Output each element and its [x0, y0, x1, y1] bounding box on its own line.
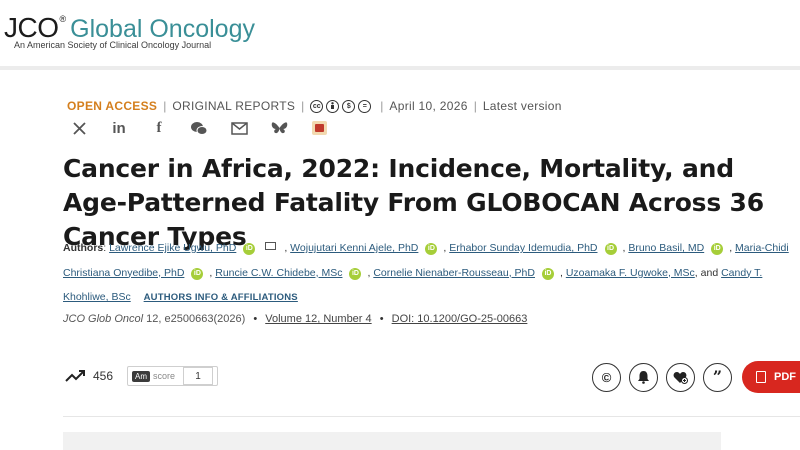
author-link[interactable]: Wojujutari Kenni Ajele, PhD — [290, 242, 418, 254]
bullet: • — [379, 313, 384, 325]
email-icon[interactable] — [230, 119, 248, 137]
orcid-icon[interactable]: iD — [349, 267, 362, 280]
email-icon[interactable] — [265, 242, 277, 250]
author-list: Authors: Lawrence Ejike Ugwu, PhD iD, Woj… — [63, 242, 789, 303]
bullet: • — [253, 313, 258, 325]
metrics-row: 456 Am score 1 — [65, 366, 219, 386]
quote-icon: ” — [712, 367, 723, 386]
altmetric-count: 1 — [183, 367, 214, 385]
altmetric-badge: Am — [132, 370, 151, 382]
orcid-icon[interactable]: iD — [541, 267, 554, 280]
author-link[interactable]: Lawrence Ejike Ugwu, PhD — [109, 242, 236, 254]
nc-icon: $ — [342, 99, 356, 113]
open-access-label: OPEN ACCESS — [67, 99, 158, 113]
orcid-icon[interactable]: iD — [243, 243, 256, 255]
pdf-button[interactable]: PDF — [742, 361, 800, 393]
author-link[interactable]: Runcie C.W. Chidebe, MSc — [215, 267, 342, 279]
trending-icon — [65, 370, 85, 382]
author-link[interactable]: Uzoamaka F. Ugwoke, MSc — [566, 267, 695, 279]
site-header: JCO® Global Oncology An American Society … — [0, 0, 800, 68]
logo-subtitle: An American Society of Clinical Oncology… — [14, 40, 212, 50]
meta-separator: | — [473, 99, 477, 113]
share-bar: in f — [70, 119, 350, 137]
header-divider — [0, 66, 800, 70]
pdf-icon — [756, 371, 766, 383]
author-link[interactable]: Erhabor Sunday Idemudia, PhD — [449, 242, 597, 254]
orcid-icon[interactable]: iD — [604, 243, 617, 255]
cc-icon: cc — [310, 99, 324, 113]
cite-button[interactable]: ” — [703, 362, 732, 392]
logo-registered-mark: ® — [59, 14, 67, 24]
pdf-label: PDF — [774, 371, 796, 383]
content-placeholder — [63, 432, 721, 450]
mendeley-icon[interactable] — [310, 119, 328, 137]
orcid-icon[interactable]: iD — [711, 243, 724, 255]
logo-jco: JCO — [4, 12, 59, 43]
altmetric-label: score — [153, 371, 176, 381]
doi-link[interactable]: DOI: 10.1200/GO-25-00663 — [392, 313, 528, 325]
citation-line: JCO Glob Oncol 12, e2500663(2026) • Volu… — [63, 313, 527, 325]
citation-pages: , e2500663(2026) — [158, 313, 246, 325]
orcid-icon[interactable]: iD — [191, 267, 204, 280]
bell-icon — [638, 371, 649, 384]
authors-affiliations-link[interactable]: AUTHORS INFO & AFFILIATIONS — [144, 292, 298, 303]
x-icon[interactable] — [70, 119, 88, 137]
authors-label: Authors — [63, 242, 104, 254]
author-link[interactable]: Bruno Basil, MD — [628, 242, 704, 254]
journal-abbrev: JCO Glob Oncol — [63, 313, 144, 325]
nd-icon: = — [358, 99, 372, 113]
orcid-icon[interactable]: iD — [425, 243, 438, 255]
logo-title: Global Oncology — [70, 15, 255, 43]
volume-number: 12 — [146, 313, 159, 325]
copyright-icon: © — [601, 369, 612, 385]
license-icons[interactable]: cc $ = — [310, 99, 374, 113]
view-count: 456 — [93, 369, 114, 383]
by-icon — [326, 99, 340, 113]
bluesky-icon[interactable] — [270, 119, 288, 137]
version-label: Latest version — [482, 99, 562, 113]
section-divider — [63, 416, 800, 417]
alerts-button[interactable] — [629, 362, 658, 392]
publication-date: April 10, 2026 — [389, 99, 468, 113]
permissions-button[interactable]: © — [592, 362, 621, 392]
author-link[interactable]: Cornelie Nienaber-Rousseau, PhD — [373, 267, 535, 279]
heart-plus-icon — [673, 371, 688, 384]
meta-separator: | — [163, 99, 167, 113]
facebook-icon[interactable]: f — [150, 119, 168, 137]
favorite-button[interactable] — [666, 362, 695, 392]
article-actions: © ” PDF — [592, 361, 800, 393]
meta-separator: | — [380, 99, 384, 113]
article-type: ORIGINAL REPORTS — [172, 99, 296, 113]
meta-separator: | — [301, 99, 305, 113]
authors-and: and — [700, 266, 719, 279]
linkedin-icon[interactable]: in — [110, 119, 128, 137]
wechat-icon[interactable] — [190, 119, 208, 137]
altmetric-widget[interactable]: Am score 1 — [127, 366, 219, 386]
volume-issue-link[interactable]: Volume 12, Number 4 — [265, 313, 371, 325]
article-meta: OPEN ACCESS | ORIGINAL REPORTS | cc $ = … — [67, 99, 562, 113]
